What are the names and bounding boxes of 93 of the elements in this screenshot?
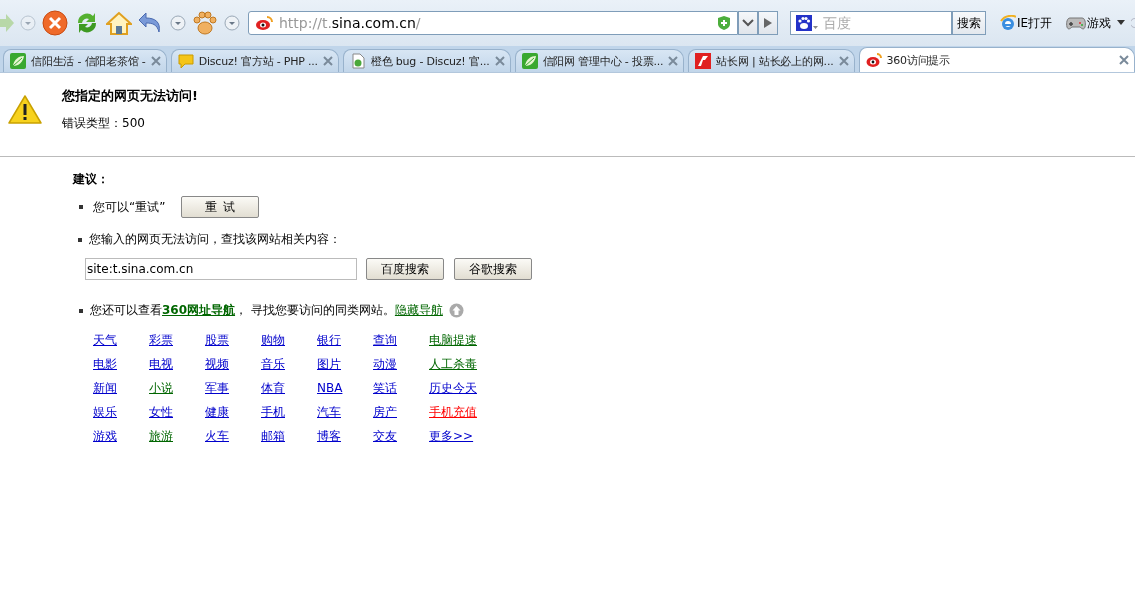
suggestion-heading: 建议： <box>73 171 110 188</box>
letter-e-globe-icon <box>1000 15 1016 31</box>
site-link[interactable]: 交友 <box>373 428 429 445</box>
site-link[interactable]: 人工杀毒 <box>429 356 485 373</box>
close-icon[interactable] <box>494 56 505 66</box>
eye-logo-icon <box>255 15 273 31</box>
site-link[interactable]: 查询 <box>373 332 429 349</box>
bullet-icon <box>78 237 82 242</box>
site-link[interactable]: 房产 <box>373 404 429 421</box>
error-type: 错误类型：500 <box>62 115 146 132</box>
tab-title: 站长网 | 站长必上的网... <box>716 53 834 69</box>
bullet-icon <box>79 205 83 209</box>
hide-nav-link[interactable]: 隐藏导航 <box>394 302 443 319</box>
close-icon[interactable] <box>1119 55 1129 65</box>
site-search-field[interactable]: site:t.sina.com.cn <box>85 258 357 280</box>
eye-logo-icon <box>865 52 882 68</box>
browser-tab[interactable]: Discuz! 官方站 - PHP ... <box>170 49 339 72</box>
error-title: 您指定的网页无法访问! <box>62 87 198 105</box>
nav-hint-text: ， 寻找您要访问的同类网站。 <box>235 302 395 319</box>
search-hint-text: 您输入的网页无法访问，查找该网站相关内容： <box>89 231 341 248</box>
play-icon <box>764 18 772 28</box>
paw-icon[interactable] <box>192 11 218 35</box>
site-link[interactable]: 电脑提速 <box>429 332 485 349</box>
site-link[interactable]: 邮箱 <box>261 428 317 445</box>
site-link[interactable]: 银行 <box>317 332 373 349</box>
leaf-icon <box>521 53 538 69</box>
tab-title: 信阳网 管理中心 - 投票... <box>542 53 664 69</box>
search-engine-button[interactable]: 谷歌搜索 <box>454 258 532 280</box>
browser-tab[interactable]: 信阳网 管理中心 - 投票... <box>514 49 685 72</box>
close-icon[interactable] <box>838 56 849 66</box>
site-link[interactable]: 军事 <box>205 380 261 397</box>
dropdown-icon[interactable] <box>1117 20 1126 26</box>
site-link[interactable]: 女性 <box>149 404 205 421</box>
nav-link[interactable]: 360网址导航 <box>162 302 236 319</box>
speech-bubble-icon <box>177 53 194 69</box>
tab-title: 信阳生活 - 信阳老茶馆 - <box>31 53 146 69</box>
retry-text: 您可以“重试” <box>93 198 166 216</box>
site-link[interactable]: 笑话 <box>373 380 429 397</box>
site-link[interactable]: 火车 <box>205 428 261 445</box>
nav-hint-text: 您还可以查看 <box>90 302 162 319</box>
site-link[interactable]: NBA <box>317 380 373 397</box>
close-icon[interactable] <box>150 56 161 66</box>
search-engine-button[interactable]: 百度搜索 <box>366 258 444 280</box>
site-link[interactable]: 购物 <box>261 332 317 349</box>
browser-tab[interactable]: 信阳生活 - 信阳老茶馆 - <box>3 49 167 72</box>
site-link[interactable]: 博客 <box>317 428 373 445</box>
site-link[interactable]: 天气 <box>93 332 149 349</box>
site-link[interactable]: 旅游 <box>149 428 205 445</box>
tab-title: Discuz! 官方站 - PHP ... <box>198 53 318 69</box>
address-dropdown-button[interactable] <box>738 11 758 35</box>
search-button[interactable]: 搜索 <box>952 11 986 35</box>
site-link[interactable]: 股票 <box>205 332 261 349</box>
site-link[interactable]: 手机 <box>261 404 317 421</box>
shield-icon <box>717 15 731 31</box>
gamepad-icon <box>1066 16 1087 30</box>
bullet-icon <box>79 308 83 313</box>
chevron-down-icon <box>742 19 754 27</box>
up-arrow-circle-icon[interactable] <box>448 303 464 318</box>
browser-tab[interactable]: 橙色 bug - Discuz! 官... <box>342 49 511 72</box>
warning-icon <box>8 95 42 125</box>
stop-icon[interactable] <box>42 10 68 36</box>
site-link[interactable]: 音乐 <box>261 356 317 373</box>
leaf-icon <box>10 53 26 69</box>
site-link[interactable]: 娱乐 <box>93 404 149 421</box>
site-link[interactable]: 新闻 <box>93 380 149 397</box>
games-link[interactable]: 游戏 <box>1066 14 1112 32</box>
tab-title: 橙色 bug - Discuz! 官... <box>370 53 490 69</box>
site-link[interactable]: 小说 <box>149 380 205 397</box>
address-field[interactable]: http://t.sina.com.cn/ <box>248 11 738 35</box>
retry-button[interactable]: 重 试 <box>181 196 260 218</box>
browser-tab[interactable]: 站长网 | 站长必上的网... <box>688 49 855 72</box>
site-link[interactable]: 健康 <box>205 404 261 421</box>
browser-tab[interactable]: 360访问提示 <box>858 47 1135 72</box>
tab-title: 360访问提示 <box>886 52 952 68</box>
square-logo-icon <box>695 53 712 69</box>
site-link[interactable]: 动漫 <box>373 356 429 373</box>
site-link[interactable]: 历史今天 <box>429 380 485 397</box>
close-icon[interactable] <box>668 56 679 66</box>
site-link[interactable]: 电视 <box>149 356 205 373</box>
page-icon <box>349 53 366 69</box>
site-link[interactable]: 电影 <box>93 356 149 373</box>
site-link[interactable]: 汽车 <box>317 404 373 421</box>
home-icon[interactable] <box>106 11 132 35</box>
site-link[interactable]: 手机充值 <box>429 404 485 421</box>
site-link[interactable]: 彩票 <box>149 332 205 349</box>
site-link[interactable]: 图片 <box>317 356 373 373</box>
site-link[interactable]: 体育 <box>261 380 317 397</box>
go-button[interactable] <box>758 11 778 35</box>
site-link[interactable]: 视频 <box>205 356 261 373</box>
open-in-ie-link[interactable]: IE打开 <box>1000 14 1053 32</box>
site-link[interactable]: 游戏 <box>93 428 149 445</box>
close-icon[interactable] <box>322 56 333 66</box>
site-link[interactable]: 更多>> <box>429 428 485 445</box>
